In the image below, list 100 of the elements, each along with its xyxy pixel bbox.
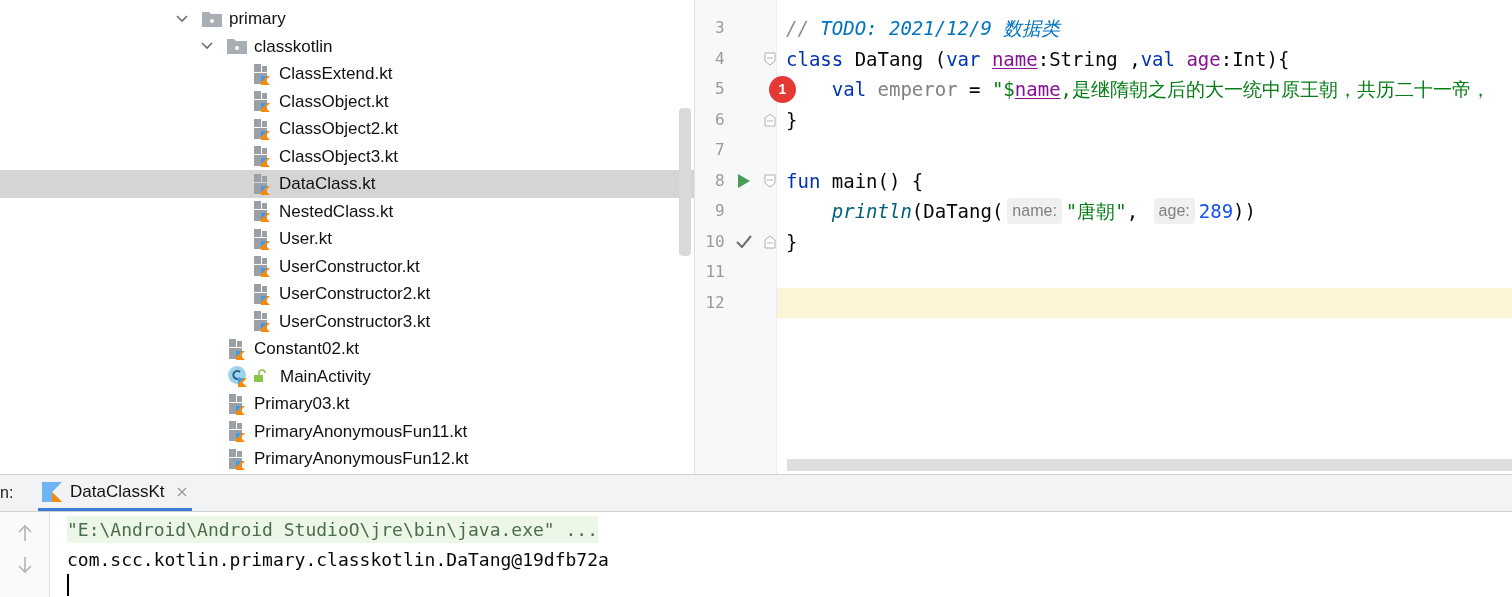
tree-item-label: classkotlin (254, 35, 333, 58)
tree-item-label: MainActivity (280, 365, 371, 388)
kotlin-file-icon (252, 145, 272, 168)
run-tab[interactable]: DataClassKt (38, 475, 193, 511)
parameter-hint: name: (1007, 198, 1062, 225)
code-token: :Int){ (1220, 46, 1290, 72)
code-token: , (1126, 199, 1140, 224)
fold-icon[interactable] (764, 112, 776, 127)
tree-item-label: primary (229, 8, 286, 30)
folder-icon (202, 10, 222, 27)
panel-label: n: (0, 483, 15, 503)
code-token: age (1186, 46, 1221, 72)
kotlin-file-icon (252, 90, 272, 113)
kotlin-file-icon (252, 310, 272, 333)
code-token: main() { (831, 168, 924, 194)
tree-item-label: NestedClass.kt (279, 200, 394, 223)
kotlin-file-icon (252, 282, 272, 305)
line-number: 4 (713, 47, 725, 70)
arrow-up-icon[interactable] (17, 524, 32, 542)
code-token: name (991, 46, 1038, 72)
tree-item[interactable]: classkotlin (0, 32, 694, 60)
fold-icon[interactable] (764, 234, 776, 249)
error-badge[interactable]: 1 (768, 75, 796, 103)
fold-icon[interactable] (764, 173, 776, 188)
tree-item[interactable]: ClassObject2.kt (0, 115, 694, 143)
code-token: "$ (991, 77, 1015, 102)
kotlin-file-icon (252, 255, 272, 278)
code-token: 289 (1198, 199, 1234, 224)
code-token: "唐朝" (1065, 199, 1127, 224)
check-icon (736, 234, 753, 249)
line-number: 8 (713, 169, 725, 192)
unlock-icon (253, 369, 267, 384)
code-token: (DaTang( (911, 199, 1004, 224)
tree-item-label: UserConstructor.kt (279, 255, 420, 278)
close-icon[interactable] (176, 485, 189, 498)
code-token: DaTang ( (853, 46, 947, 72)
tree-item[interactable]: User.kt (0, 225, 694, 253)
kotlin-file-icon (252, 172, 272, 195)
tree-item[interactable]: primary (0, 5, 694, 33)
tree-item[interactable]: ClassObject.kt (0, 87, 694, 115)
code-token: ,是继隋朝之后的大一统中原王朝，共历二十一帝， (1060, 77, 1491, 102)
kotlin-file-icon (252, 200, 272, 223)
code-token: val (1140, 46, 1176, 72)
line-number: 11 (704, 261, 725, 284)
line-number: 6 (713, 108, 725, 131)
code-token: fun (786, 168, 822, 194)
tree-item-label: User.kt (279, 228, 332, 250)
tree-item-label: Primary03.kt (254, 393, 350, 415)
code-token: name (1014, 77, 1061, 102)
code-token: val (830, 77, 868, 102)
line-number: 7 (714, 139, 725, 162)
line-number: 9 (714, 200, 725, 223)
code-token: class (786, 46, 844, 72)
tree-item-label: ClassObject2.kt (279, 118, 399, 140)
console-line: com.scc.kotlin.primary.classkotlin.DaTang@19dfb72a (67, 547, 609, 572)
tree-item[interactable]: UserConstructor3.kt (0, 307, 694, 335)
code-token: // (786, 16, 810, 41)
tree-item[interactable]: ClassExtend.kt (0, 60, 694, 88)
line-number: 10 (704, 230, 725, 253)
code-token: } (786, 229, 798, 255)
horizontal-scrollbar[interactable] (787, 459, 1512, 471)
code-token: TODO: 2021/12/9 数据类 (820, 16, 1061, 41)
tree-item[interactable]: MainActivity (0, 362, 694, 390)
tree-item-label: UserConstructor2.kt (279, 283, 431, 305)
tree-item-label: ClassObject.kt (279, 90, 389, 113)
line-number: 12 (704, 291, 725, 314)
tree-item-label: Constant02.kt (254, 338, 359, 360)
kotlin-file-icon (252, 62, 272, 85)
tree-item-label: UserConstructor3.kt (279, 310, 431, 333)
fold-icon[interactable] (764, 51, 776, 66)
tree-item-label: PrimaryAnonymousFun12.kt (254, 448, 469, 470)
folder-icon (227, 38, 247, 55)
line-number: 3 (714, 17, 725, 40)
tree-item[interactable]: NestedClass.kt (0, 197, 694, 225)
tree-item[interactable]: PrimaryAnonymousFun12.kt (0, 445, 694, 473)
tree-item[interactable]: Constant02.kt (0, 335, 694, 363)
tree-item[interactable]: UserConstructor2.kt (0, 280, 694, 308)
tree-item[interactable]: ClassObject3.kt (0, 142, 694, 170)
code-token: :String , (1037, 46, 1141, 72)
arrow-down-icon[interactable] (17, 556, 32, 574)
tree-item[interactable]: UserConstructor.kt (0, 252, 694, 280)
tree-item-label: ClassExtend.kt (279, 63, 393, 85)
kotlin-file-icon (252, 227, 272, 250)
scrollbar[interactable] (679, 108, 691, 256)
code-token: } (786, 107, 798, 133)
code-token: )) (1233, 199, 1256, 224)
line-number: 5 (714, 78, 725, 101)
kotlin-icon (42, 481, 62, 502)
tree-item-label: PrimaryAnonymousFun11.kt (254, 420, 468, 443)
code-token: emperor (877, 77, 958, 102)
code-token: var (946, 46, 982, 72)
tree-item-label: DataClass.kt (279, 173, 376, 195)
kotlin-file-icon (227, 337, 247, 360)
tree-item[interactable]: DataClass.kt (0, 170, 694, 198)
code-token: = (968, 77, 982, 102)
run-icon[interactable] (737, 172, 752, 189)
tree-item[interactable]: PrimaryAnonymousFun11.kt (0, 417, 694, 445)
tree-item[interactable]: Primary03.kt (0, 390, 694, 418)
kotlin-file-icon (227, 420, 247, 443)
tab-label: DataClassKt (70, 480, 165, 503)
